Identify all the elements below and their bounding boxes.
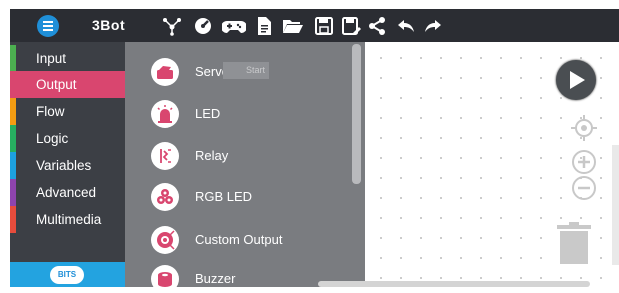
category-label: Variables [36,158,92,173]
horizontal-scrollbar[interactable] [318,281,590,287]
trash-icon[interactable] [555,222,593,266]
category-color-bar [10,179,16,206]
category-advanced[interactable]: Advanced [10,179,125,206]
top-toolbar: 3Bot [10,9,619,42]
vertical-scrollbar[interactable] [612,145,619,265]
zoom-in-icon[interactable] [570,148,598,176]
connect-icon[interactable] [162,16,182,36]
category-color-bar [10,152,16,179]
block-label: RGB LED [195,189,253,204]
flyout-scrollbar[interactable] [352,44,361,184]
bits-logo: BITS [50,266,84,284]
save-as-icon[interactable] [341,16,361,36]
category-color-bar [10,45,16,72]
app-title: 3Bot [92,17,126,33]
category-input[interactable]: Input [10,45,125,72]
open-folder-icon[interactable] [282,16,304,36]
redo-icon[interactable] [423,16,443,36]
category-logic[interactable]: Logic [10,125,125,152]
zoom-out-icon[interactable] [570,174,598,202]
undo-icon[interactable] [396,16,416,36]
block-label: Buzzer [195,271,236,286]
category-color-bar [10,206,16,233]
tooltip: Start [223,62,269,79]
category-color-bar [10,125,16,152]
gamepad-icon[interactable] [222,16,246,36]
new-file-icon[interactable] [254,16,274,36]
category-color-bar [10,71,16,98]
category-label: Multimedia [36,212,102,227]
servo-icon [151,58,179,86]
category-variables[interactable]: Variables [10,152,125,179]
bits-footer: BITS [10,262,125,287]
relay-icon [151,142,179,170]
block-label: Custom Output [195,232,283,247]
rgb-led-icon [151,183,179,211]
recenter-icon[interactable] [570,114,598,142]
category-sidebar: Input Output Flow Logic Variables Advanc… [10,42,125,287]
category-label: Flow [36,104,65,119]
category-label: Advanced [36,185,97,200]
save-icon[interactable] [314,16,334,36]
category-label: Logic [36,131,69,146]
category-output[interactable]: Output [10,71,125,98]
dashboard-icon[interactable] [193,16,213,36]
category-label: Output [36,77,77,92]
play-icon[interactable] [556,60,596,100]
led-icon [151,100,179,128]
share-icon[interactable] [367,16,387,36]
category-multimedia[interactable]: Multimedia [10,206,125,233]
custom-output-icon [151,226,179,254]
buzzer-icon [151,265,179,293]
category-color-bar [10,98,16,125]
category-flow[interactable]: Flow [10,98,125,125]
category-label: Input [36,51,67,66]
block-label: LED [195,106,221,121]
block-label: Relay [195,148,229,163]
menu-icon[interactable] [37,15,59,37]
